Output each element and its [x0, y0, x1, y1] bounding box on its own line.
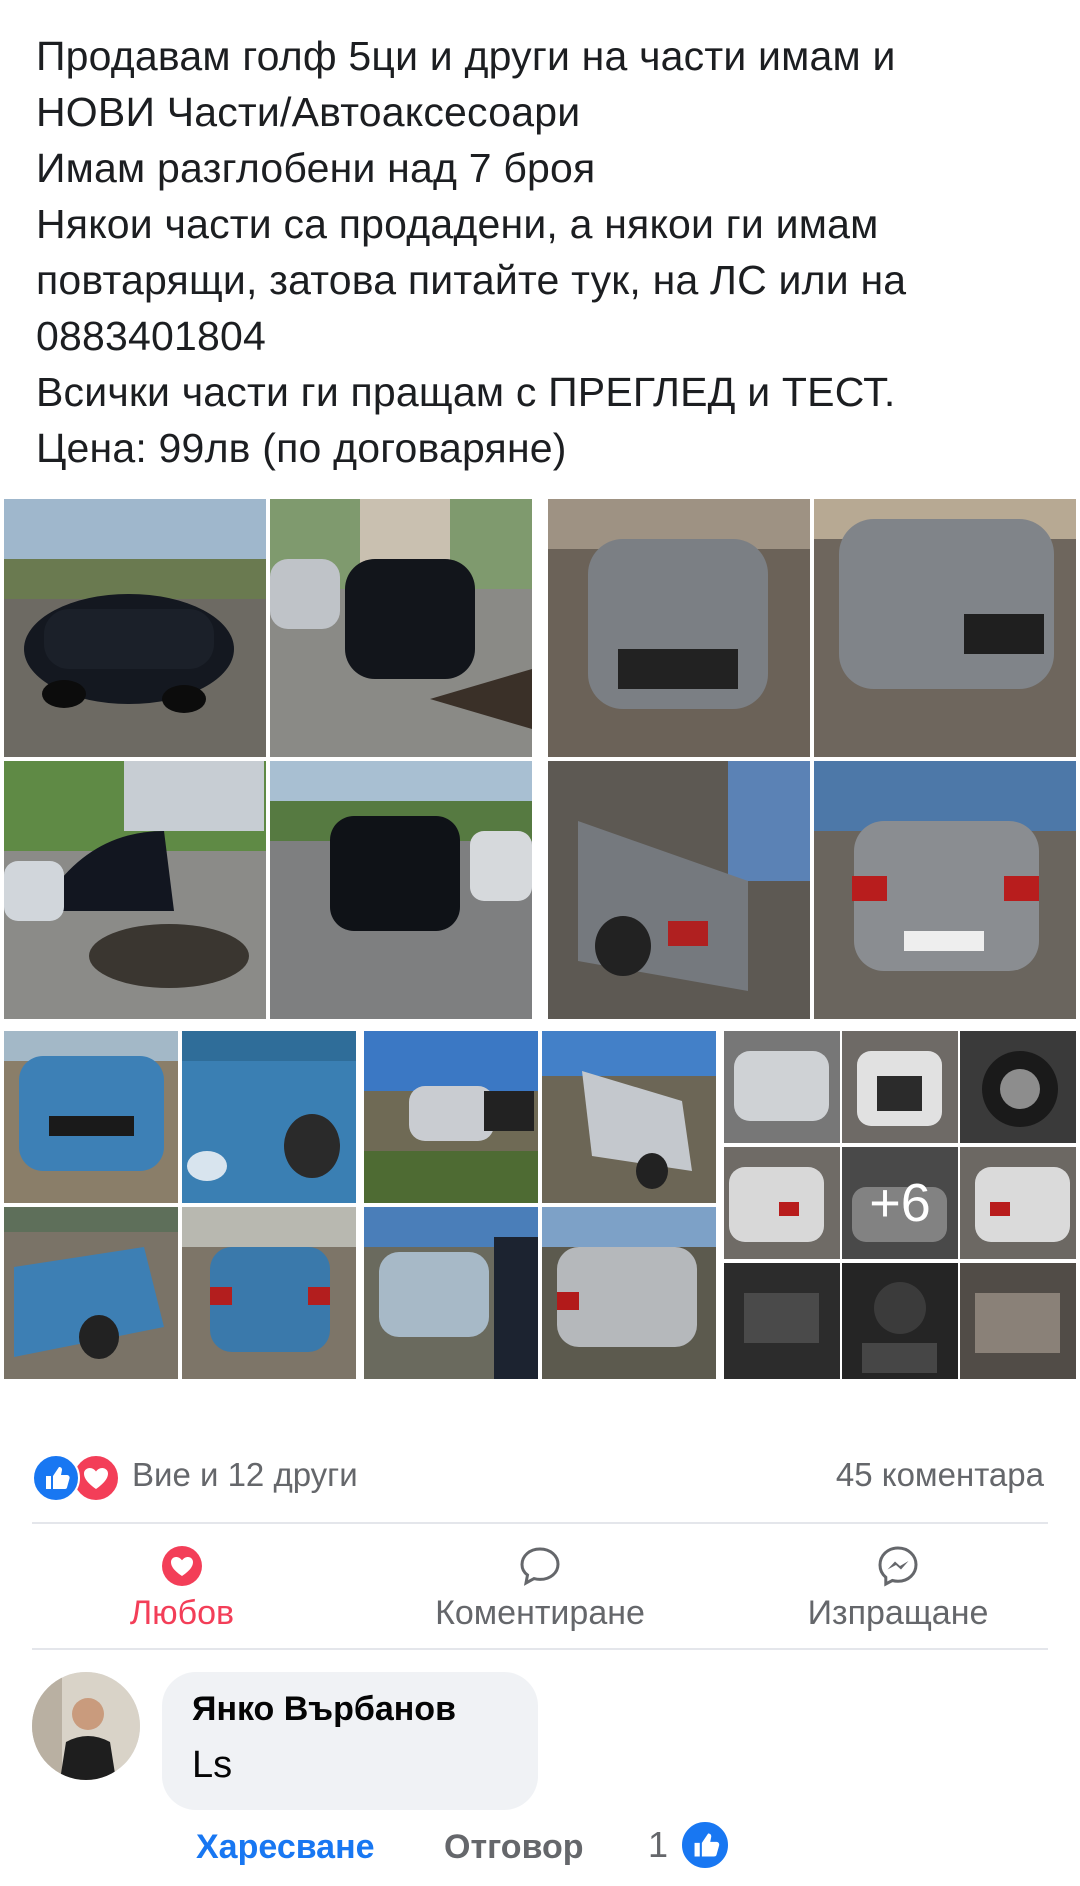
- post-line: Продавам голф 5ци и други на части имам …: [36, 33, 896, 79]
- comment-label: Коментиране: [435, 1594, 645, 1632]
- post-line: 0883401804: [36, 313, 267, 359]
- post-line: Някои части са продадени, а някои ги има…: [36, 201, 879, 247]
- car-photo: [842, 1031, 958, 1143]
- share-button[interactable]: Изпращане: [748, 1534, 1048, 1652]
- photo-silver-golf-yard[interactable]: [364, 1031, 538, 1203]
- comment-like-count[interactable]: 1: [648, 1824, 668, 1866]
- car-photo: [4, 499, 266, 757]
- reactions-bar: Вие и 12 други 45 коментара: [32, 1448, 1048, 1508]
- divider: [32, 1522, 1048, 1524]
- photo-blue-golf-rear[interactable]: [182, 1207, 356, 1379]
- post-line: Цена: 99лв (по договаряне): [36, 425, 567, 471]
- photo-black-golf-parked[interactable]: [270, 499, 532, 757]
- comment-icon: [520, 1547, 560, 1586]
- car-photo: [4, 761, 266, 1019]
- photo-blue-golf-front[interactable]: [4, 1031, 178, 1203]
- like-reaction-icon: [32, 1454, 80, 1502]
- comment-count[interactable]: 45 коментара: [836, 1456, 1044, 1494]
- car-photo: [4, 1207, 178, 1379]
- photo-silver-golf-front[interactable]: [364, 1207, 538, 1379]
- comment-like-button[interactable]: Харесване: [196, 1828, 375, 1867]
- post-line: Имам разглобени над 7 броя: [36, 145, 596, 191]
- photo-gallery: +6: [0, 495, 1080, 1396]
- post-line: НОВИ Части/Автоаксесоари: [36, 89, 581, 135]
- photo-white-golf-rear-right[interactable]: [960, 1147, 1076, 1259]
- divider: [32, 1648, 1048, 1650]
- comment-bubble[interactable]: Янко Върбанов Ls: [162, 1672, 538, 1810]
- love-icon: [162, 1546, 202, 1586]
- reaction-summary[interactable]: Вие и 12 други: [132, 1456, 358, 1494]
- photo-interior-dashboard[interactable]: [842, 1263, 958, 1379]
- photo-spare-wheel[interactable]: [960, 1031, 1076, 1143]
- car-photo: [270, 499, 532, 757]
- comment: Янко Върбанов Ls: [32, 1672, 1048, 1812]
- car-photo: [182, 1207, 356, 1379]
- car-photo: [542, 1207, 716, 1379]
- more-photos-overlay[interactable]: +6: [842, 1147, 958, 1259]
- car-photo: [548, 499, 810, 757]
- love-label: Любов: [129, 1594, 235, 1632]
- reaction-icons[interactable]: [32, 1454, 124, 1502]
- car-photo: [724, 1263, 840, 1379]
- love-button[interactable]: Любов: [32, 1534, 332, 1652]
- messenger-icon: [878, 1546, 918, 1587]
- car-photo: [960, 1031, 1076, 1143]
- car-photo: [724, 1031, 840, 1143]
- comment-reply-button[interactable]: Отговор: [444, 1828, 584, 1867]
- car-photo: [182, 1031, 356, 1203]
- user-photo: [32, 1672, 140, 1780]
- photo-silver-golf-side[interactable]: [542, 1031, 716, 1203]
- car-photo: [548, 761, 810, 1019]
- photo-white-golf-trunk[interactable]: [842, 1031, 958, 1143]
- thumbs-up-icon: [680, 1820, 730, 1870]
- post-line: повтарящи, затова питайте тук, на ЛС или…: [36, 257, 907, 303]
- car-photo: [4, 1031, 178, 1203]
- post-actions: Любов Коментиране Изпращане: [32, 1534, 1048, 1652]
- avatar[interactable]: [32, 1672, 140, 1780]
- photo-white-golf-rear[interactable]: [724, 1031, 840, 1143]
- car-photo: [364, 1031, 538, 1203]
- photo-grey-golf-front[interactable]: [548, 499, 810, 757]
- car-photo: [270, 761, 532, 1019]
- photo-white-golf-more[interactable]: +6: [842, 1147, 958, 1259]
- car-photo: [724, 1147, 840, 1259]
- comment-button[interactable]: Коментиране: [390, 1534, 690, 1652]
- photo-black-golf-front[interactable]: [4, 499, 266, 757]
- photo-black-golf-side[interactable]: [4, 761, 266, 1019]
- photo-blue-golf-rear-side[interactable]: [4, 1207, 178, 1379]
- car-photo: [960, 1147, 1076, 1259]
- car-photo: [814, 499, 1076, 757]
- photo-interior-console[interactable]: [724, 1263, 840, 1379]
- photo-silver-golf-rear[interactable]: [542, 1207, 716, 1379]
- photo-grey-golf-rear[interactable]: [814, 761, 1076, 1019]
- comment-text: Ls: [192, 1744, 233, 1786]
- share-label: Изпращане: [807, 1594, 989, 1632]
- car-photo: [542, 1031, 716, 1203]
- comment-author[interactable]: Янко Върбанов: [192, 1690, 456, 1729]
- car-photo: [960, 1263, 1076, 1379]
- photo-grey-golf-three-quarter[interactable]: [814, 499, 1076, 757]
- car-photo: [842, 1263, 958, 1379]
- photo-grey-golf-rear-side[interactable]: [548, 761, 810, 1019]
- post-text: Продавам голф 5ци и други на части имам …: [36, 28, 1046, 476]
- comment-actions: Харесване Отговор 1: [160, 1820, 860, 1878]
- photo-white-golf-rear-left[interactable]: [724, 1147, 840, 1259]
- car-photo: [364, 1207, 538, 1379]
- post-line: Всички части ги пращам с ПРЕГЛЕД и ТЕСТ.: [36, 369, 896, 415]
- photo-black-golf-rear[interactable]: [270, 761, 532, 1019]
- photo-engine-bay[interactable]: [960, 1263, 1076, 1379]
- photo-blue-golf-fender[interactable]: [182, 1031, 356, 1203]
- car-photo: [814, 761, 1076, 1019]
